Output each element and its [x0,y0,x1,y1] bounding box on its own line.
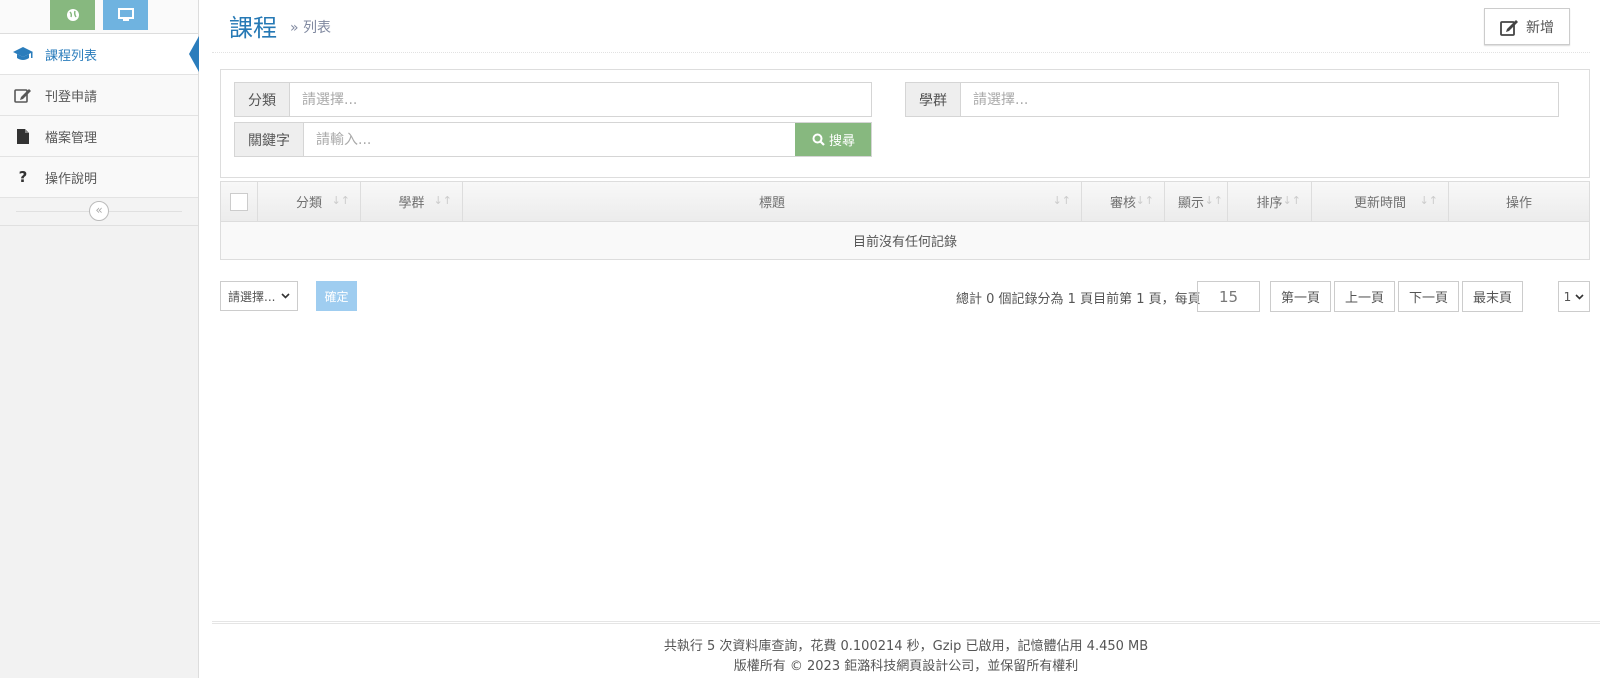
desktop-icon [117,8,134,21]
footer-copyright: 版權所有 © 2023 鉅潞科技網頁設計公司，並保留所有權利 [733,659,1079,674]
column-header-review[interactable]: 審核 ↓↑ [1082,182,1165,221]
add-button-label: 新增 [1526,19,1554,36]
page-title: 課程 [229,14,277,42]
page-header: 課程 » 列表 新增 [212,0,1590,53]
page-select[interactable]: 1 [1558,281,1590,312]
course-table: 分類 ↓↑ 學群 ↓↑ 標題 ↓↑ 審核 ↓↑ 顯示 ↓↑ 排序 ↓↑ 更新時間 ↓↑ 操作 [220,181,1590,260]
sidebar-item-label: 課程列表 [45,48,98,64]
filter-panel: 分類 學群 關鍵字 搜尋 [220,69,1590,178]
column-header-actions: 操作 [1505,196,1532,211]
category-filter: 分類 [234,82,872,117]
column-header-order[interactable]: 排序 ↓↑ [1228,182,1312,221]
sidebar-item-label: 操作說明 [45,171,98,187]
column-header-title[interactable]: 標題 ↓↑ [463,182,1082,221]
chevron-down-icon [1575,293,1584,300]
sidebar-item-file-management[interactable]: 檔案管理 [0,116,198,157]
sort-icon: ↓↑ [1204,194,1223,207]
category-label: 分類 [235,83,290,116]
question-icon: ? [18,168,28,186]
file-icon [12,126,34,146]
column-header-group[interactable]: 學群 ↓↑ [361,182,463,221]
sort-icon: ↓↑ [1282,194,1301,207]
search-icon [812,133,825,146]
select-all-checkbox[interactable] [230,192,248,211]
double-chevron-left-icon[interactable]: « [89,201,109,221]
search-button[interactable]: 搜尋 [795,123,871,156]
sidebar-shortcuts [0,0,198,34]
next-page-button[interactable]: 下一頁 [1398,281,1459,312]
sidebar: 課程列表 刊登申請 檔案管理 ? 操作說明 « [0,0,199,678]
per-page-input[interactable]: 15 [1197,281,1260,312]
record-summary: 總計 0 個記錄分為 1 頁目前第 1 頁，每頁 [956,292,1201,307]
site-footer: 共執行 5 次資料庫查詢，花費 0.100214 秒，Gzip 已啟用，記憶體佔… [212,621,1600,677]
sidebar-item-label: 刊登申請 [45,89,98,105]
edit-icon [12,85,34,105]
chevron-down-icon [281,293,290,299]
last-page-button[interactable]: 最末頁 [1462,281,1523,312]
first-page-button[interactable]: 第一頁 [1270,281,1331,312]
confirm-button[interactable]: 確定 [316,281,357,311]
group-select[interactable] [961,83,1558,116]
edit-icon [1500,19,1518,36]
main-content: 課程 » 列表 新增 分類 學群 關鍵字 搜尋 [212,0,1590,312]
column-header-category[interactable]: 分類 ↓↑ [258,182,361,221]
column-header-updated[interactable]: 更新時間 ↓↑ [1312,182,1449,221]
sidebar-collapse-bar: « [0,198,198,226]
table-footer: 請選擇... 確定 總計 0 個記錄分為 1 頁目前第 1 頁，每頁 15 第一… [220,281,1590,312]
sort-icon: ↓↑ [331,194,350,207]
add-button[interactable]: 新增 [1484,8,1570,45]
sort-icon: ↓↑ [433,194,452,207]
sort-icon: ↓↑ [1135,194,1154,207]
prev-page-button[interactable]: 上一頁 [1334,281,1395,312]
sidebar-item-label: 檔案管理 [45,130,98,146]
table-header: 分類 ↓↑ 學群 ↓↑ 標題 ↓↑ 審核 ↓↑ 顯示 ↓↑ 排序 ↓↑ 更新時間 ↓↑ 操作 [221,182,1589,222]
keyword-label: 關鍵字 [235,123,304,156]
sort-icon: ↓↑ [1052,194,1071,207]
page-subtitle: » 列表 [290,20,332,36]
group-label: 學群 [906,83,961,116]
group-filter: 學群 [905,82,1559,117]
footer-stats: 共執行 5 次資料庫查詢，花費 0.100214 秒，Gzip 已啟用，記憶體佔… [663,639,1149,654]
keyword-input[interactable] [304,123,795,156]
category-select[interactable] [290,83,871,116]
sidebar-item-publish-request[interactable]: 刊登申請 [0,75,198,116]
search-button-label: 搜尋 [828,134,855,149]
empty-table-message: 目前沒有任何記錄 [221,222,1589,259]
select-all-cell [221,182,258,221]
desktop-shortcut-button[interactable] [103,0,148,30]
keyword-filter: 關鍵字 搜尋 [234,122,872,157]
sidebar-item-help[interactable]: ? 操作說明 [0,157,198,198]
globe-icon [66,9,79,21]
column-header-display[interactable]: 顯示 ↓↑ [1165,182,1228,221]
graduation-cap-icon [12,44,34,64]
bulk-action-select[interactable]: 請選擇... [220,281,298,311]
sort-icon: ↓↑ [1419,194,1438,207]
sidebar-item-courses[interactable]: 課程列表 [0,34,199,75]
globe-shortcut-button[interactable] [50,0,95,30]
